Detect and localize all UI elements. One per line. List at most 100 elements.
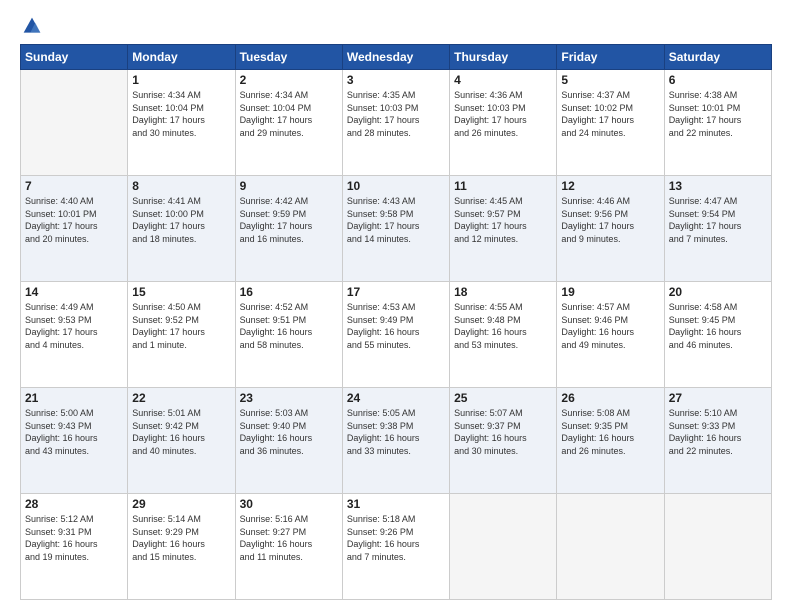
day-info: Sunrise: 4:45 AM Sunset: 9:57 PM Dayligh…: [454, 195, 552, 245]
calendar-week-row: 14 Sunrise: 4:49 AM Sunset: 9:53 PM Dayli…: [21, 282, 772, 388]
day-number: 24: [347, 391, 445, 405]
col-monday: Monday: [128, 45, 235, 70]
col-wednesday: Wednesday: [342, 45, 449, 70]
table-row: 6 Sunrise: 4:38 AM Sunset: 10:01 PM Dayli…: [664, 70, 771, 176]
table-row: 5 Sunrise: 4:37 AM Sunset: 10:02 PM Dayli…: [557, 70, 664, 176]
table-row: 19 Sunrise: 4:57 AM Sunset: 9:46 PM Dayli…: [557, 282, 664, 388]
day-info: Sunrise: 4:38 AM Sunset: 10:01 PM Daylig…: [669, 89, 767, 139]
day-info: Sunrise: 4:40 AM Sunset: 10:01 PM Daylig…: [25, 195, 123, 245]
day-number: 4: [454, 73, 552, 87]
day-info: Sunrise: 4:55 AM Sunset: 9:48 PM Dayligh…: [454, 301, 552, 351]
calendar-header-row: Sunday Monday Tuesday Wednesday Thursday…: [21, 45, 772, 70]
day-number: 31: [347, 497, 445, 511]
day-info: Sunrise: 4:42 AM Sunset: 9:59 PM Dayligh…: [240, 195, 338, 245]
day-number: 30: [240, 497, 338, 511]
day-number: 13: [669, 179, 767, 193]
logo: [20, 16, 42, 36]
table-row: 9 Sunrise: 4:42 AM Sunset: 9:59 PM Daylig…: [235, 176, 342, 282]
calendar-week-row: 21Sunrise: 5:00 AM Sunset: 9:43 PM Dayli…: [21, 388, 772, 494]
table-row: 3 Sunrise: 4:35 AM Sunset: 10:03 PM Dayli…: [342, 70, 449, 176]
day-number: 23: [240, 391, 338, 405]
day-info: Sunrise: 4:47 AM Sunset: 9:54 PM Dayligh…: [669, 195, 767, 245]
day-info: Sunrise: 5:14 AM Sunset: 9:29 PM Dayligh…: [132, 513, 230, 563]
day-number: 14: [25, 285, 123, 299]
day-number: 17: [347, 285, 445, 299]
table-row: 12Sunrise: 4:46 AM Sunset: 9:56 PM Dayli…: [557, 176, 664, 282]
table-row: 22Sunrise: 5:01 AM Sunset: 9:42 PM Dayli…: [128, 388, 235, 494]
day-info: Sunrise: 4:43 AM Sunset: 9:58 PM Dayligh…: [347, 195, 445, 245]
day-number: 12: [561, 179, 659, 193]
table-row: 20 Sunrise: 4:58 AM Sunset: 9:45 PM Dayli…: [664, 282, 771, 388]
table-row: [557, 494, 664, 600]
table-row: 30 Sunrise: 5:16 AM Sunset: 9:27 PM Dayli…: [235, 494, 342, 600]
day-info: Sunrise: 5:00 AM Sunset: 9:43 PM Dayligh…: [25, 407, 123, 457]
col-tuesday: Tuesday: [235, 45, 342, 70]
day-info: Sunrise: 4:52 AM Sunset: 9:51 PM Dayligh…: [240, 301, 338, 351]
calendar-week-row: 28 Sunrise: 5:12 AM Sunset: 9:31 PM Dayli…: [21, 494, 772, 600]
day-number: 28: [25, 497, 123, 511]
day-number: 20: [669, 285, 767, 299]
day-number: 8: [132, 179, 230, 193]
col-sunday: Sunday: [21, 45, 128, 70]
day-number: 2: [240, 73, 338, 87]
table-row: 29Sunrise: 5:14 AM Sunset: 9:29 PM Dayli…: [128, 494, 235, 600]
day-info: Sunrise: 5:01 AM Sunset: 9:42 PM Dayligh…: [132, 407, 230, 457]
day-number: 27: [669, 391, 767, 405]
calendar-week-row: 7 Sunrise: 4:40 AM Sunset: 10:01 PM Dayli…: [21, 176, 772, 282]
day-number: 11: [454, 179, 552, 193]
day-number: 19: [561, 285, 659, 299]
day-info: Sunrise: 5:07 AM Sunset: 9:37 PM Dayligh…: [454, 407, 552, 457]
calendar-week-row: 1 Sunrise: 4:34 AM Sunset: 10:04 PM Dayli…: [21, 70, 772, 176]
table-row: 25Sunrise: 5:07 AM Sunset: 9:37 PM Dayli…: [450, 388, 557, 494]
table-row: 14 Sunrise: 4:49 AM Sunset: 9:53 PM Dayli…: [21, 282, 128, 388]
table-row: [664, 494, 771, 600]
logo-icon: [22, 16, 42, 36]
day-info: Sunrise: 4:57 AM Sunset: 9:46 PM Dayligh…: [561, 301, 659, 351]
day-info: Sunrise: 5:16 AM Sunset: 9:27 PM Dayligh…: [240, 513, 338, 563]
table-row: 4 Sunrise: 4:36 AM Sunset: 10:03 PM Dayli…: [450, 70, 557, 176]
day-info: Sunrise: 5:05 AM Sunset: 9:38 PM Dayligh…: [347, 407, 445, 457]
day-info: Sunrise: 4:58 AM Sunset: 9:45 PM Dayligh…: [669, 301, 767, 351]
table-row: 24 Sunrise: 5:05 AM Sunset: 9:38 PM Dayli…: [342, 388, 449, 494]
day-info: Sunrise: 5:12 AM Sunset: 9:31 PM Dayligh…: [25, 513, 123, 563]
table-row: 10 Sunrise: 4:43 AM Sunset: 9:58 PM Dayli…: [342, 176, 449, 282]
day-info: Sunrise: 4:50 AM Sunset: 9:52 PM Dayligh…: [132, 301, 230, 351]
col-friday: Friday: [557, 45, 664, 70]
day-info: Sunrise: 4:34 AM Sunset: 10:04 PM Daylig…: [240, 89, 338, 139]
day-info: Sunrise: 4:37 AM Sunset: 10:02 PM Daylig…: [561, 89, 659, 139]
day-info: Sunrise: 5:08 AM Sunset: 9:35 PM Dayligh…: [561, 407, 659, 457]
day-number: 5: [561, 73, 659, 87]
day-number: 10: [347, 179, 445, 193]
day-number: 15: [132, 285, 230, 299]
table-row: 7 Sunrise: 4:40 AM Sunset: 10:01 PM Dayli…: [21, 176, 128, 282]
day-info: Sunrise: 5:10 AM Sunset: 9:33 PM Dayligh…: [669, 407, 767, 457]
table-row: 27 Sunrise: 5:10 AM Sunset: 9:33 PM Dayli…: [664, 388, 771, 494]
day-number: 18: [454, 285, 552, 299]
col-saturday: Saturday: [664, 45, 771, 70]
day-info: Sunrise: 4:41 AM Sunset: 10:00 PM Daylig…: [132, 195, 230, 245]
header: [20, 16, 772, 36]
day-info: Sunrise: 4:49 AM Sunset: 9:53 PM Dayligh…: [25, 301, 123, 351]
table-row: 31 Sunrise: 5:18 AM Sunset: 9:26 PM Dayli…: [342, 494, 449, 600]
table-row: 8 Sunrise: 4:41 AM Sunset: 10:00 PM Dayli…: [128, 176, 235, 282]
day-number: 7: [25, 179, 123, 193]
day-number: 16: [240, 285, 338, 299]
page: Sunday Monday Tuesday Wednesday Thursday…: [0, 0, 792, 612]
table-row: 11 Sunrise: 4:45 AM Sunset: 9:57 PM Dayli…: [450, 176, 557, 282]
day-info: Sunrise: 4:34 AM Sunset: 10:04 PM Daylig…: [132, 89, 230, 139]
table-row: 26Sunrise: 5:08 AM Sunset: 9:35 PM Dayli…: [557, 388, 664, 494]
day-info: Sunrise: 4:53 AM Sunset: 9:49 PM Dayligh…: [347, 301, 445, 351]
day-number: 1: [132, 73, 230, 87]
table-row: 13 Sunrise: 4:47 AM Sunset: 9:54 PM Dayli…: [664, 176, 771, 282]
table-row: 16 Sunrise: 4:52 AM Sunset: 9:51 PM Dayli…: [235, 282, 342, 388]
col-thursday: Thursday: [450, 45, 557, 70]
table-row: 1 Sunrise: 4:34 AM Sunset: 10:04 PM Dayli…: [128, 70, 235, 176]
day-number: 9: [240, 179, 338, 193]
table-row: 2 Sunrise: 4:34 AM Sunset: 10:04 PM Dayli…: [235, 70, 342, 176]
day-info: Sunrise: 5:18 AM Sunset: 9:26 PM Dayligh…: [347, 513, 445, 563]
table-row: 23Sunrise: 5:03 AM Sunset: 9:40 PM Dayli…: [235, 388, 342, 494]
day-info: Sunrise: 4:36 AM Sunset: 10:03 PM Daylig…: [454, 89, 552, 139]
day-number: 3: [347, 73, 445, 87]
day-number: 6: [669, 73, 767, 87]
day-info: Sunrise: 4:35 AM Sunset: 10:03 PM Daylig…: [347, 89, 445, 139]
